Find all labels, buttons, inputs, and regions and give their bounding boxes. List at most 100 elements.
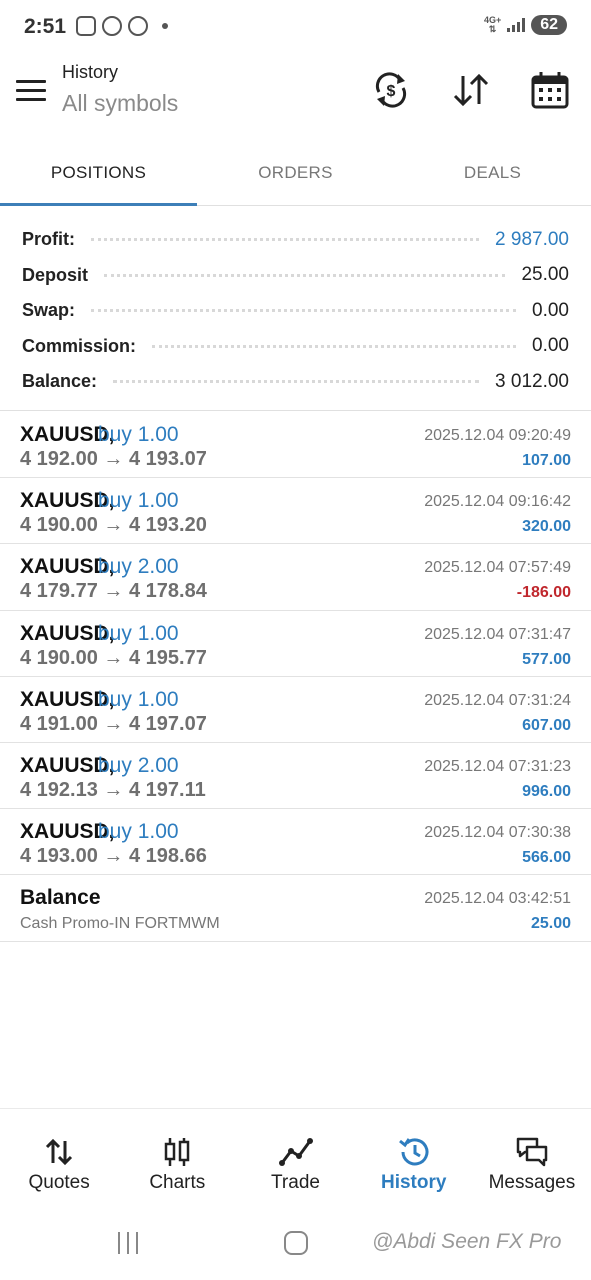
dotted-leader bbox=[91, 309, 517, 313]
history-icon bbox=[397, 1135, 431, 1169]
position-type: buy 2.00 bbox=[98, 753, 179, 777]
nav-label: History bbox=[380, 1172, 447, 1193]
position-row[interactable]: XAUUSD, buy 1.00 4 193.00 → 4 198.66 202… bbox=[0, 809, 591, 876]
dotted-leader bbox=[91, 238, 480, 242]
network-indicator: 4G+ ⇅ bbox=[483, 15, 502, 34]
plus-circle-icon bbox=[102, 16, 122, 36]
position-profit: 607.00 bbox=[522, 716, 571, 734]
summary-label: Balance: bbox=[22, 371, 106, 393]
quotes-icon bbox=[42, 1135, 76, 1169]
summary-row-commission: Commission: 0.00 bbox=[22, 329, 569, 365]
summary-row-swap: Swap: 0.00 bbox=[22, 293, 569, 329]
dotted-leader bbox=[113, 380, 480, 384]
bottom-navigation: Quotes Charts Trade History Messages bbox=[0, 1108, 591, 1204]
balance-comment: Cash Promo-IN FORTMWM bbox=[20, 915, 220, 933]
position-type: buy 1.00 bbox=[98, 423, 179, 446]
position-profit: 320.00 bbox=[522, 518, 571, 536]
signal-icon bbox=[507, 18, 526, 32]
position-prices: 4 190.00 → 4 195.77 bbox=[20, 646, 207, 669]
status-time: 2:51 bbox=[24, 15, 67, 38]
positions-list: XAUUSD, buy 1.00 4 192.00 → 4 193.07 202… bbox=[0, 412, 591, 942]
balance-amount: 25.00 bbox=[530, 915, 571, 933]
sort-icon[interactable] bbox=[451, 70, 491, 110]
whatsapp-icon bbox=[128, 16, 148, 36]
status-right: 4G+ ⇅ 62 bbox=[484, 15, 567, 35]
position-type: buy 1.00 bbox=[98, 820, 179, 844]
position-datetime: 2025.12.04 07:31:24 bbox=[424, 691, 571, 709]
position-prices: 4 190.00 → 4 193.20 bbox=[20, 514, 207, 537]
summary-label: Profit: bbox=[22, 229, 83, 251]
candlestick-icon bbox=[160, 1135, 194, 1169]
position-datetime: 2025.12.04 07:31:23 bbox=[424, 757, 571, 775]
nav-quotes[interactable]: Quotes bbox=[0, 1109, 118, 1204]
position-prices: 4 192.13 → 4 197.11 bbox=[20, 778, 206, 801]
position-type: buy 1.00 bbox=[98, 687, 179, 711]
position-prices: 4 179.77 → 4 178.84 bbox=[20, 580, 207, 603]
tab-orders[interactable]: ORDERS bbox=[197, 140, 394, 205]
trade-icon bbox=[278, 1135, 313, 1169]
summary-row-deposit: Deposit 25.00 bbox=[22, 258, 569, 294]
symbol-filter[interactable]: All symbols bbox=[62, 90, 178, 117]
position-datetime: 2025.12.04 07:31:47 bbox=[424, 625, 571, 643]
nav-label: Quotes bbox=[28, 1172, 90, 1193]
calendar-icon[interactable] bbox=[530, 70, 570, 110]
balance-title: Balance bbox=[20, 886, 101, 910]
nav-messages[interactable]: Messages bbox=[473, 1109, 591, 1204]
summary-row-balance: Balance: 3 012.00 bbox=[22, 364, 569, 400]
battery-indicator: 62 bbox=[531, 15, 567, 35]
history-tabs: POSITIONS ORDERS DEALS bbox=[0, 140, 591, 206]
network-label: 4G+ bbox=[483, 15, 502, 25]
nav-label: Messages bbox=[488, 1172, 576, 1193]
messages-icon bbox=[515, 1135, 549, 1169]
summary-value: 0.00 bbox=[524, 335, 569, 358]
position-row[interactable]: XAUUSD, buy 1.00 4 190.00 → 4 195.77 202… bbox=[0, 611, 591, 677]
tab-deals[interactable]: DEALS bbox=[394, 140, 591, 205]
summary-value: 25.00 bbox=[513, 264, 569, 287]
home-icon[interactable] bbox=[284, 1231, 308, 1255]
summary-panel: Profit: 2 987.00 Deposit 25.00 Swap: 0.0… bbox=[0, 222, 591, 400]
position-row[interactable]: XAUUSD, buy 2.00 4 192.13 → 4 197.11 202… bbox=[0, 743, 591, 810]
position-prices: 4 191.00 → 4 197.07 bbox=[20, 712, 207, 735]
app-header: History All symbols $ bbox=[0, 56, 591, 140]
nav-history[interactable]: History bbox=[355, 1109, 473, 1204]
position-row[interactable]: XAUUSD, buy 1.00 4 190.00 → 4 193.20 202… bbox=[0, 478, 591, 545]
position-datetime: 2025.12.04 07:57:49 bbox=[424, 559, 571, 577]
divider bbox=[0, 410, 591, 411]
status-bar: 2:51 4G+ ⇅ 62 bbox=[0, 0, 591, 56]
nav-label: Trade bbox=[271, 1172, 320, 1193]
position-type: buy 2.00 bbox=[98, 555, 179, 579]
nav-label: Charts bbox=[149, 1172, 206, 1193]
menu-icon[interactable] bbox=[16, 80, 46, 102]
position-type: buy 1.00 bbox=[98, 621, 179, 645]
system-navigation-bar: @Abdi Seen FX Pro bbox=[0, 1204, 591, 1280]
position-profit: -186.00 bbox=[516, 584, 571, 602]
currency-sync-icon[interactable]: $ bbox=[371, 70, 411, 110]
nav-charts[interactable]: Charts bbox=[118, 1109, 236, 1204]
summary-value: 3 012.00 bbox=[487, 370, 569, 393]
dotted-leader bbox=[152, 344, 517, 348]
nav-trade[interactable]: Trade bbox=[236, 1109, 354, 1204]
page-title: History bbox=[62, 62, 119, 82]
position-prices: 4 193.00 → 4 198.66 bbox=[20, 845, 207, 868]
tab-positions[interactable]: POSITIONS bbox=[0, 140, 197, 206]
summary-row-profit: Profit: 2 987.00 bbox=[22, 222, 569, 258]
position-prices: 4 192.00 → 4 193.07 bbox=[20, 448, 207, 470]
position-profit: 996.00 bbox=[522, 782, 571, 800]
summary-label: Commission: bbox=[22, 335, 145, 357]
balance-datetime: 2025.12.04 03:42:51 bbox=[424, 890, 571, 908]
screenshot-icon bbox=[76, 16, 96, 36]
position-row[interactable]: XAUUSD, buy 1.00 4 192.00 → 4 193.07 202… bbox=[0, 412, 591, 479]
position-row[interactable]: XAUUSD, buy 2.00 4 179.77 → 4 178.84 202… bbox=[0, 544, 591, 611]
position-profit: 107.00 bbox=[522, 452, 571, 469]
balance-row[interactable]: Balance Cash Promo-IN FORTMWM 2025.12.04… bbox=[0, 875, 591, 942]
summary-value: 0.00 bbox=[524, 299, 569, 322]
recent-apps-icon[interactable] bbox=[118, 1232, 138, 1254]
position-profit: 577.00 bbox=[522, 650, 571, 668]
position-row[interactable]: XAUUSD, buy 1.00 4 191.00 → 4 197.07 202… bbox=[0, 677, 591, 743]
status-notification-icons bbox=[76, 16, 168, 36]
position-datetime: 2025.12.04 09:16:42 bbox=[424, 493, 571, 511]
position-profit: 566.00 bbox=[522, 849, 571, 867]
more-notifications-dot bbox=[162, 23, 168, 29]
position-type: buy 1.00 bbox=[98, 489, 179, 513]
summary-label: Swap: bbox=[22, 300, 84, 322]
